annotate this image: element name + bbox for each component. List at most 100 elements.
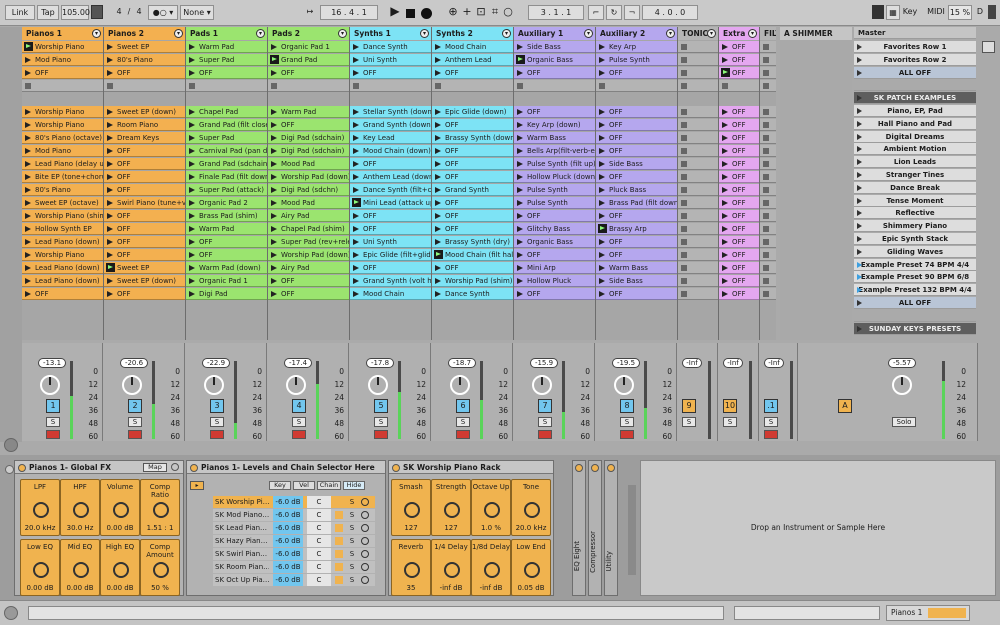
scene-launch-icon[interactable] xyxy=(857,210,862,217)
track-header[interactable]: Auxiliary 1 ▾ xyxy=(514,27,595,40)
scene-launch-icon[interactable] xyxy=(857,172,862,178)
clip-stop-icon[interactable] xyxy=(681,57,687,63)
clip-slot[interactable]: OFF xyxy=(104,67,185,79)
chain-solo-button[interactable]: S xyxy=(347,496,357,508)
clip-stop-icon[interactable] xyxy=(681,109,687,115)
clip-slot[interactable]: Key Arp xyxy=(596,41,677,53)
track-menu-icon[interactable]: ▾ xyxy=(502,29,511,38)
clip-slot[interactable]: Key Lead xyxy=(350,132,431,144)
clip-slot[interactable]: OFF xyxy=(432,223,513,235)
clip-launch-icon[interactable] xyxy=(25,174,31,180)
clip-launch-icon[interactable] xyxy=(189,174,195,180)
clip-slot[interactable] xyxy=(596,80,677,92)
clip-slot[interactable]: OFF xyxy=(350,158,431,170)
clip-launch-icon[interactable] xyxy=(599,109,605,115)
clip-launch-icon[interactable] xyxy=(435,213,441,219)
clip-launch-icon[interactable] xyxy=(722,213,728,219)
clip-launch-icon[interactable] xyxy=(599,122,605,128)
record-icon[interactable] xyxy=(421,8,432,19)
arm-button[interactable] xyxy=(292,430,306,439)
map-button[interactable]: Map xyxy=(143,463,167,472)
clip-stop-icon[interactable] xyxy=(763,213,769,219)
scene-row[interactable]: Gliding Waves xyxy=(854,245,976,258)
clip-launch-icon[interactable] xyxy=(271,265,277,271)
clip-slot[interactable]: Warm Pad (down) xyxy=(186,262,267,274)
track-menu-icon[interactable]: ▾ xyxy=(92,29,101,38)
clip-launch-icon[interactable] xyxy=(189,252,195,258)
clip-launch-icon[interactable] xyxy=(435,57,441,63)
macro-knob[interactable]: Comp Ratio 1.51 : 1 xyxy=(140,479,180,536)
clip-launch-icon[interactable] xyxy=(25,291,31,297)
clip-launch-icon[interactable] xyxy=(189,213,195,219)
chain-pan[interactable]: C xyxy=(307,522,331,534)
chain-solo-button[interactable]: S xyxy=(347,522,357,534)
scene-row[interactable]: Example Preset 132 BPM 4/4 xyxy=(854,284,976,297)
scene-row[interactable]: Lion Leads xyxy=(854,156,976,169)
clip-slot[interactable]: OFF xyxy=(104,249,185,261)
clip-slot[interactable] xyxy=(350,80,431,92)
scene-row[interactable]: Epic Synth Stack xyxy=(854,233,976,245)
clip-slot[interactable]: OFF xyxy=(719,54,759,66)
device-on-icon[interactable] xyxy=(607,464,615,472)
clip-launch-icon[interactable] xyxy=(517,44,523,50)
clip-slot[interactable] xyxy=(678,145,718,157)
clip-launch-icon[interactable] xyxy=(722,239,728,245)
track-activator[interactable]: 8 xyxy=(620,399,634,413)
clip-slot[interactable] xyxy=(760,158,776,170)
signature-denominator[interactable]: 4 xyxy=(133,5,145,20)
clip-slot[interactable]: Brassy Arp xyxy=(596,223,677,235)
clip-launch-icon[interactable] xyxy=(189,226,195,232)
chain-volume[interactable]: -6.0 dB xyxy=(273,574,303,586)
clip-launch-icon[interactable] xyxy=(107,187,113,193)
track-activator[interactable]: 10 xyxy=(723,399,737,413)
clip-launch-icon[interactable] xyxy=(435,44,441,50)
device-on-icon[interactable] xyxy=(575,464,583,472)
clip-launch-icon[interactable] xyxy=(107,174,113,180)
clip-launch-icon[interactable] xyxy=(353,291,359,297)
clip-slot[interactable]: Super Pad xyxy=(186,132,267,144)
compressor-device[interactable]: Compressor xyxy=(588,460,602,596)
clip-launch-icon[interactable] xyxy=(189,161,195,167)
device-settings-icon[interactable] xyxy=(171,463,179,471)
clip-slot[interactable]: Sweet EP (octave) xyxy=(22,197,103,209)
clip-launch-icon[interactable] xyxy=(599,239,605,245)
clip-stop-icon[interactable] xyxy=(353,83,359,89)
clip-launch-icon[interactable] xyxy=(599,174,605,180)
speaker-icon[interactable] xyxy=(335,498,343,506)
scene-row[interactable]: Shimmery Piano xyxy=(854,220,976,233)
clip-launch-icon[interactable] xyxy=(107,161,113,167)
clip-slot[interactable]: OFF xyxy=(596,236,677,248)
chain-row[interactable]: SK Lead Pian… -6.0 dB C S xyxy=(213,522,375,534)
clip-launch-icon[interactable] xyxy=(107,135,113,141)
clip-stop-icon[interactable] xyxy=(763,291,769,297)
clip-slot[interactable] xyxy=(678,80,718,92)
clip-slot[interactable]: Grand Pad (sdchain) xyxy=(186,158,267,170)
clip-stop-icon[interactable] xyxy=(681,187,687,193)
clip-slot[interactable]: Worship Piano xyxy=(22,41,103,53)
clip-slot[interactable]: Organic Pad 2 xyxy=(186,197,267,209)
clip-launch-icon[interactable] xyxy=(722,57,728,63)
track-menu-icon[interactable]: ▾ xyxy=(174,29,183,38)
solo-button[interactable]: S xyxy=(682,417,696,427)
clip-slot[interactable]: OFF xyxy=(104,236,185,248)
macro-knob[interactable]: Volume 0.00 dB xyxy=(100,479,140,536)
track-activator[interactable]: 5 xyxy=(374,399,388,413)
clip-stop-icon[interactable] xyxy=(681,122,687,128)
clip-launch-icon[interactable] xyxy=(722,122,728,128)
clip-slot[interactable]: Digi Pad (sdchn) xyxy=(268,184,349,196)
link-button[interactable]: Link xyxy=(5,5,35,20)
clip-slot[interactable] xyxy=(678,158,718,170)
key-column-button[interactable]: Key xyxy=(269,481,291,490)
chain-volume[interactable]: -6.0 dB xyxy=(273,522,303,534)
track-menu-icon[interactable]: ▾ xyxy=(338,29,347,38)
scene-launch-icon[interactable] xyxy=(857,95,862,102)
scene-launch-icon[interactable] xyxy=(857,261,862,268)
clip-slot[interactable]: OFF xyxy=(268,119,349,131)
reenable-automation-icon[interactable]: ⊡ xyxy=(474,5,488,20)
track-activator[interactable]: 4 xyxy=(292,399,306,413)
clip-launch-icon[interactable] xyxy=(435,291,441,297)
clip-slot[interactable]: Lead Piano (down) xyxy=(22,275,103,287)
clip-launch-icon[interactable] xyxy=(435,187,441,193)
clip-slot[interactable]: 80's Piano (octave) xyxy=(22,132,103,144)
volume-field[interactable]: -20.6 xyxy=(120,358,148,368)
